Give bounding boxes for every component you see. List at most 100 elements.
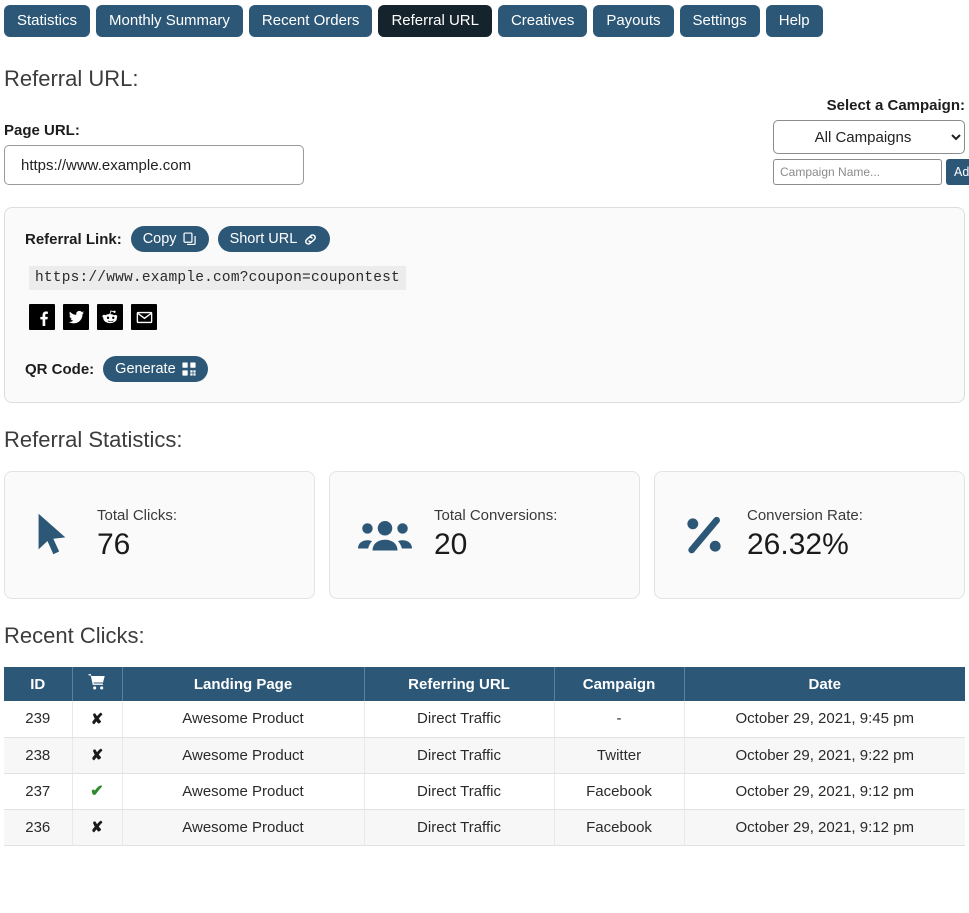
generate-qr-button[interactable]: Generate bbox=[103, 356, 208, 382]
tab-monthly-summary[interactable]: Monthly Summary bbox=[96, 5, 243, 37]
table-row[interactable]: 239 ✘ Awesome Product Direct Traffic - Octobe… bbox=[4, 701, 965, 738]
cell-referring-url: Direct Traffic bbox=[364, 737, 555, 774]
stat-card-total-conversions: Total Conversions: 20 bbox=[329, 471, 640, 599]
tab-label: Statistics bbox=[17, 12, 78, 29]
column-header-label: Campaign bbox=[582, 675, 656, 693]
cell-date: October 29, 2021, 9:12 pm bbox=[684, 773, 965, 810]
percent-icon bbox=[683, 514, 725, 556]
referral-url-page: Statistics Monthly Summary Recent Orders Re… bbox=[0, 0, 969, 913]
cell-date: October 29, 2021, 9:12 pm bbox=[684, 809, 965, 846]
cell-campaign: - bbox=[554, 701, 685, 738]
cell-campaign: Twitter bbox=[554, 737, 685, 774]
qr-code-row: QR Code: Generate bbox=[25, 356, 944, 382]
copy-icon bbox=[183, 232, 197, 246]
page-url-input[interactable] bbox=[4, 145, 304, 185]
referral-link-panel: Referral Link: Copy Short URL https://ww… bbox=[4, 207, 965, 403]
link-icon bbox=[303, 232, 318, 247]
tab-creatives[interactable]: Creatives bbox=[497, 5, 588, 37]
referral-link-row: Referral Link: Copy Short URL bbox=[25, 226, 944, 252]
campaign-select[interactable]: All Campaigns bbox=[773, 120, 965, 154]
campaign-selector-label: Select a Campaign: bbox=[826, 97, 965, 114]
table-row[interactable]: 238 ✘ Awesome Product Direct Traffic Twitter… bbox=[4, 737, 965, 774]
campaign-add-row: Add New bbox=[773, 159, 969, 185]
tab-referral-url[interactable]: Referral URL bbox=[378, 5, 492, 37]
social-share-row bbox=[29, 304, 944, 330]
column-header-referring-url: Referring URL bbox=[363, 667, 555, 701]
column-header-label: Date bbox=[808, 675, 841, 693]
column-header-landing-page: Landing Page bbox=[121, 667, 365, 701]
cell-landing-page: Awesome Product bbox=[122, 809, 365, 846]
table-head: ID Landing Page Referring URL Campaign Date bbox=[4, 667, 965, 701]
recent-clicks-table-wrap: ID Landing Page Referring URL Campaign Date … bbox=[4, 667, 965, 846]
tab-label: Recent Orders bbox=[261, 12, 360, 29]
cell-id: 238 bbox=[4, 737, 73, 774]
table-header-row: ID Landing Page Referring URL Campaign Date bbox=[4, 667, 965, 701]
tab-payouts[interactable]: Payouts bbox=[593, 5, 674, 37]
cell-landing-page: Awesome Product bbox=[122, 701, 365, 738]
copy-button-label: Copy bbox=[142, 231, 177, 247]
column-header-date: Date bbox=[683, 667, 965, 701]
page-title: Referral URL: bbox=[4, 66, 139, 91]
table-body: 239 ✘ Awesome Product Direct Traffic - Octobe… bbox=[4, 701, 965, 846]
statistics-cards: Total Clicks: 76 Total Conversions: 20 Conve… bbox=[4, 471, 965, 599]
recent-clicks-table: ID Landing Page Referring URL Campaign Date … bbox=[4, 667, 965, 846]
cell-campaign: Facebook bbox=[554, 773, 685, 810]
qr-code-icon bbox=[182, 362, 196, 376]
referral-statistics-title: Referral Statistics: bbox=[4, 427, 183, 452]
add-new-campaign-button[interactable]: Add New bbox=[946, 159, 969, 185]
cell-date: October 29, 2021, 9:22 pm bbox=[684, 737, 965, 774]
tab-label: Settings bbox=[692, 12, 747, 29]
not-converted-x-icon: ✘ bbox=[72, 737, 123, 774]
converted-check-icon: ✔ bbox=[72, 773, 123, 810]
cell-id: 236 bbox=[4, 809, 73, 846]
qr-code-label: QR Code: bbox=[25, 360, 95, 378]
cell-date: October 29, 2021, 9:45 pm bbox=[684, 701, 965, 738]
short-url-button[interactable]: Short URL bbox=[217, 226, 331, 252]
stat-value: 26.32% bbox=[747, 528, 849, 561]
campaign-selector: Select a Campaign: All Campaigns Add New bbox=[773, 97, 969, 185]
stat-value: 76 bbox=[97, 528, 131, 561]
stat-label: Total Conversions: bbox=[434, 507, 558, 524]
stat-text: Total Conversions: 20 bbox=[434, 506, 557, 564]
table-row[interactable]: 236 ✘ Awesome Product Direct Traffic Faceboo… bbox=[4, 809, 965, 846]
stat-card-conversion-rate: Conversion Rate: 26.32% bbox=[654, 471, 965, 599]
tab-recent-orders[interactable]: Recent Orders bbox=[248, 5, 373, 37]
cell-landing-page: Awesome Product bbox=[122, 737, 365, 774]
reddit-icon[interactable] bbox=[97, 304, 123, 330]
cell-referring-url: Direct Traffic bbox=[364, 809, 555, 846]
stat-label: Conversion Rate: bbox=[747, 507, 863, 524]
stat-text: Total Clicks: 76 bbox=[97, 506, 177, 564]
users-icon bbox=[358, 515, 412, 555]
table-row[interactable]: 237 ✔ Awesome Product Direct Traffic Faceboo… bbox=[4, 773, 965, 810]
email-icon[interactable] bbox=[131, 304, 157, 330]
tab-help[interactable]: Help bbox=[765, 5, 823, 37]
facebook-icon[interactable] bbox=[29, 304, 55, 330]
main-tab-bar: Statistics Monthly Summary Recent Orders Re… bbox=[0, 0, 969, 42]
cell-campaign: Facebook bbox=[554, 809, 685, 846]
twitter-icon[interactable] bbox=[63, 304, 89, 330]
tab-label: Monthly Summary bbox=[109, 12, 230, 29]
cart-plus-icon bbox=[71, 667, 123, 701]
stat-label: Total Clicks: bbox=[97, 507, 178, 524]
cell-id: 239 bbox=[4, 701, 73, 738]
tab-label: Help bbox=[778, 12, 810, 29]
copy-button[interactable]: Copy bbox=[130, 226, 209, 252]
referral-link-label: Referral Link: bbox=[25, 230, 122, 248]
cell-landing-page: Awesome Product bbox=[122, 773, 365, 810]
cell-referring-url: Direct Traffic bbox=[364, 773, 555, 810]
tab-label: Payouts bbox=[606, 12, 661, 29]
campaign-name-input[interactable] bbox=[773, 159, 942, 185]
recent-clicks-title: Recent Clicks: bbox=[4, 623, 145, 648]
stat-text: Conversion Rate: 26.32% bbox=[747, 506, 863, 564]
not-converted-x-icon: ✘ bbox=[72, 701, 123, 738]
short-url-button-label: Short URL bbox=[229, 231, 298, 247]
column-header-campaign: Campaign bbox=[553, 667, 685, 701]
tab-statistics[interactable]: Statistics bbox=[4, 5, 91, 37]
referral-link-text[interactable]: https://www.example.com?coupon=coupontes… bbox=[29, 266, 406, 290]
column-header-label: ID bbox=[30, 675, 46, 693]
column-header-id: ID bbox=[4, 667, 73, 701]
tab-label: Referral URL bbox=[391, 12, 479, 29]
stat-card-total-clicks: Total Clicks: 76 bbox=[4, 471, 315, 599]
tab-label: Creatives bbox=[510, 12, 575, 29]
tab-settings[interactable]: Settings bbox=[679, 5, 760, 37]
